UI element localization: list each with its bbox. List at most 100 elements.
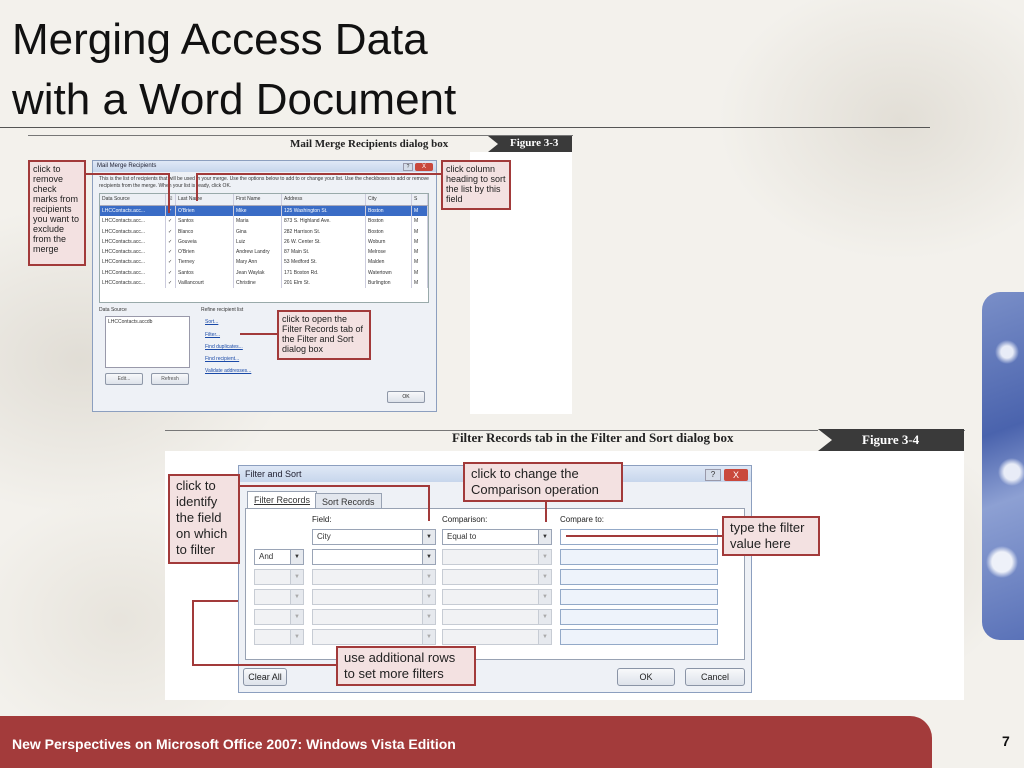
validate-addresses-link[interactable]: Validate addresses... xyxy=(205,368,251,374)
row-checkbox[interactable]: ✓ xyxy=(166,267,176,279)
help-button[interactable]: ? xyxy=(403,163,413,171)
cell-city: Malden xyxy=(366,257,412,268)
leader-line xyxy=(192,600,238,602)
close-button[interactable]: X xyxy=(724,469,748,481)
leader-line xyxy=(428,485,430,521)
comparison-select-row3: ▼ xyxy=(442,569,552,585)
field-select[interactable]: City ▼ xyxy=(312,529,436,545)
help-button[interactable]: ? xyxy=(705,469,721,481)
row-checkbox[interactable]: ✓ xyxy=(166,257,176,268)
table-row[interactable]: LHCContacts.acc... ✓ O'Brien Andrew Land… xyxy=(100,247,428,258)
cell-data-source: LHCContacts.acc... xyxy=(100,206,166,217)
sort-link[interactable]: Sort... xyxy=(205,319,218,325)
comparison-select[interactable]: Equal to ▼ xyxy=(442,529,552,545)
chevron-down-icon: ▼ xyxy=(290,590,303,604)
cell-address: 282 Harrison St. xyxy=(282,226,366,237)
chevron-down-icon: ▼ xyxy=(422,590,435,604)
cell-last-name: Gouveia xyxy=(176,236,234,248)
find-duplicates-link[interactable]: Find duplicates... xyxy=(205,344,243,350)
callout-filter-link: click to open the Filter Records tab of … xyxy=(277,310,371,360)
chevron-down-icon: ▼ xyxy=(422,550,435,564)
compare-to-input[interactable] xyxy=(560,529,718,545)
tab-filter-records[interactable]: Filter Records xyxy=(247,491,318,508)
cell-state: M xyxy=(412,267,428,279)
table-row[interactable]: LHCContacts.acc... ✓ Tierney Mary Ann 53… xyxy=(100,257,428,268)
filter-link[interactable]: Filter... xyxy=(205,332,220,338)
close-button[interactable]: X xyxy=(415,163,433,171)
field-select-row2[interactable]: ▼ xyxy=(312,549,436,565)
table-row[interactable]: LHCContacts.acc... ✓ Blanco Gina 282 Har… xyxy=(100,226,428,237)
refresh-button[interactable]: Refresh xyxy=(151,373,189,385)
cell-city: Woburn xyxy=(366,236,412,248)
mail-merge-recipients-dialog: Mail Merge Recipients ? X This is the li… xyxy=(92,160,437,412)
and-or-select-value: And xyxy=(259,552,274,561)
table-row[interactable]: LHCContacts.acc... ✓ Vaillancourt Christ… xyxy=(100,278,428,289)
cell-city: Burlington xyxy=(366,278,412,289)
row-checkbox[interactable]: ✓ xyxy=(166,278,176,289)
cell-address: 873 S. Highland Ave. xyxy=(282,216,366,227)
compare-to-input-row4 xyxy=(560,589,718,605)
leader-line xyxy=(545,500,547,522)
cell-last-name: Santos xyxy=(176,267,234,279)
column-header-address[interactable]: Address xyxy=(282,194,366,205)
row-checkbox[interactable]: ✓ xyxy=(166,247,176,258)
cell-data-source: LHCContacts.acc... xyxy=(100,247,166,258)
table-row[interactable]: LHCContacts.acc... ✓ Santos Maria 873 S.… xyxy=(100,216,428,227)
chevron-down-icon: ▼ xyxy=(538,570,551,584)
data-source-list[interactable]: LHCContacts.accdb xyxy=(105,316,190,368)
cell-data-source: LHCContacts.acc... xyxy=(100,226,166,237)
column-header-last-name[interactable]: Last Name xyxy=(176,194,234,205)
comparison-label: Comparison: xyxy=(442,515,488,524)
ok-button[interactable]: OK xyxy=(387,391,425,403)
chevron-down-icon: ▼ xyxy=(422,610,435,624)
chevron-down-icon: ▼ xyxy=(290,630,303,644)
row-checkbox[interactable]: ✓ xyxy=(166,216,176,227)
column-header-data-source[interactable]: Data Source xyxy=(100,194,166,205)
cell-city: Boston xyxy=(366,216,412,227)
and-or-select[interactable]: And ▼ xyxy=(254,549,304,565)
field-select-row4: ▼ xyxy=(312,589,436,605)
clear-all-button[interactable]: Clear All xyxy=(243,668,287,686)
comparison-select-row4: ▼ xyxy=(442,589,552,605)
cell-last-name: O'Brien xyxy=(176,206,234,217)
figure1-tag: Figure 3-3 xyxy=(488,136,572,152)
edit-button[interactable]: Edit... xyxy=(105,373,143,385)
column-header-city[interactable]: City xyxy=(366,194,412,205)
cell-city: Boston xyxy=(366,226,412,237)
slide-title: Merging Access Data with a Word Document xyxy=(12,10,456,130)
leader-line xyxy=(240,333,277,335)
table-header: Data Source ☑ Last Name First Name Addre… xyxy=(100,194,428,206)
callout-filter-value: type the filter value here xyxy=(722,516,820,556)
table-row[interactable]: LHCContacts.acc... ✓ Santos Jean Waylak … xyxy=(100,267,428,279)
cell-first-name: Andrew Landry xyxy=(234,247,282,258)
column-header-first-name[interactable]: First Name xyxy=(234,194,282,205)
cell-state: M xyxy=(412,226,428,237)
chevron-down-icon: ▼ xyxy=(538,630,551,644)
title-underline xyxy=(0,127,930,128)
cancel-button[interactable]: Cancel xyxy=(685,668,745,686)
column-header-state[interactable]: S xyxy=(412,194,428,205)
recipients-table: Data Source ☑ Last Name First Name Addre… xyxy=(99,193,429,303)
cell-data-source: LHCContacts.acc... xyxy=(100,267,166,279)
slide-footer: New Perspectives on Microsoft Office 200… xyxy=(0,716,932,768)
refine-recipient-list-label: Refine recipient list xyxy=(201,307,244,313)
leader-line xyxy=(192,600,194,666)
cell-first-name: Mary Ann xyxy=(234,257,282,268)
row-checkbox[interactable]: ✓ xyxy=(166,226,176,237)
ok-button[interactable]: OK xyxy=(617,668,675,686)
row-checkbox[interactable]: ✓ xyxy=(166,236,176,248)
tab-sort-records[interactable]: Sort Records xyxy=(315,493,382,508)
chevron-down-icon: ▼ xyxy=(290,610,303,624)
callout-sort-column: click column heading to sort the list by… xyxy=(441,160,511,210)
chevron-down-icon: ▼ xyxy=(422,530,435,544)
table-row[interactable]: LHCContacts.acc... ✓ O'Brien Mike 125 Wa… xyxy=(100,206,428,217)
cell-data-source: LHCContacts.acc... xyxy=(100,257,166,268)
comparison-select-value: Equal to xyxy=(447,532,477,541)
field-label: Field: xyxy=(312,515,332,524)
compare-to-input-row5 xyxy=(560,609,718,625)
table-row[interactable]: LHCContacts.acc... ✓ Gouveia Luiz 26 W. … xyxy=(100,236,428,248)
find-recipient-link[interactable]: Find recipient... xyxy=(205,356,239,362)
data-source-item[interactable]: LHCContacts.accdb xyxy=(108,319,187,325)
cell-address: 171 Boston Rd. xyxy=(282,267,366,279)
cell-state: M xyxy=(412,278,428,289)
